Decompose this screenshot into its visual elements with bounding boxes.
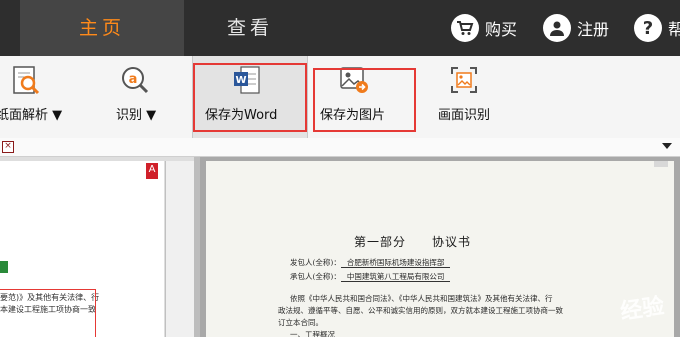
doc-section-heading: 一、工程概况: [290, 330, 335, 337]
close-panel-icon[interactable]: ×: [2, 141, 14, 153]
document-title: 第一部分 协议书: [354, 235, 472, 249]
screen-capture-icon: [451, 67, 477, 93]
left-page: A 要范)》及其他有关法律、行 本建设工程施工项协商一致: [0, 161, 164, 337]
doc-line-employer: 发包人(全称)： 合肥新桥国际机场建设指挥部: [290, 257, 451, 268]
watermark-logo: 经验: [618, 294, 666, 325]
green-marker: [0, 261, 8, 273]
right-page-pane[interactable]: 第一部分 协议书 发包人(全称)： 合肥新桥国际机场建设指挥部 承包人(全称)：中…: [200, 157, 680, 337]
register-button[interactable]: 注册: [543, 10, 609, 46]
help-icon: ?: [634, 14, 662, 42]
ribbon-screen-recognize[interactable]: 画面识别: [428, 56, 502, 138]
ribbon-recognize-label: 识别 ▼: [116, 108, 157, 123]
panel-header-row: ×: [0, 138, 680, 157]
magnify-doc-icon: [13, 66, 40, 95]
dropdown-arrow-icon[interactable]: [662, 143, 672, 149]
register-label: 注册: [577, 20, 610, 39]
ribbon-recognize[interactable]: a 识别 ▼: [104, 56, 174, 138]
tab-view[interactable]: 查看: [202, 0, 298, 56]
doc-paragraph-line-1: 依照《中华人民共和国合同法》、《中华人民共和国建筑法》及其他有关法律、行: [290, 294, 553, 303]
svg-text:a: a: [129, 72, 138, 87]
help-button[interactable]: ? 帮: [634, 10, 680, 46]
left-page-strip: [165, 161, 194, 337]
scroll-handle[interactable]: [654, 161, 668, 167]
left-page-pane[interactable]: A 要范)》及其他有关法律、行 本建设工程施工项协商一致: [0, 157, 194, 337]
buy-label: 购买: [485, 20, 518, 39]
ribbon-paper-parse[interactable]: 纸面解析 ▼: [0, 56, 84, 138]
selection-border-right: [95, 289, 96, 337]
buy-button[interactable]: 购买: [451, 10, 517, 46]
ribbon-toolbar: 纸面解析 ▼ a 识别 ▼ W 保存为Word 保存为图片 画面识别: [0, 56, 680, 139]
highlight-box-image: [313, 68, 416, 132]
tab-home[interactable]: 主页: [20, 0, 184, 56]
doc-line-contractor: 承包人(全称)： 中国建筑第八工程局有限公司: [290, 271, 451, 282]
ribbon-paper-parse-label: 纸面解析 ▼: [0, 108, 63, 123]
selection-border-top: [0, 289, 96, 290]
left-text-line-2: 本建设工程施工项协商一致: [0, 305, 96, 314]
highlight-box-word: [193, 63, 307, 132]
document-page: 第一部分 协议书 发包人(全称)： 合肥新桥国际机场建设指挥部 承包人(全称)：中…: [206, 161, 674, 337]
marker-a-icon[interactable]: A: [146, 163, 158, 179]
document-workspace: A 要范)》及其他有关法律、行 本建设工程施工项协商一致 第一部分 协议书 发包…: [0, 157, 680, 337]
help-label: 帮: [668, 20, 680, 39]
ribbon-screen-recognize-label: 画面识别: [438, 108, 491, 123]
doc-paragraph-line-2: 政法规、遵循平等、自愿、公平和诚实信用的原则，双方就本建设工程施工项协商一致: [278, 306, 563, 315]
top-menu-bar: 主页 查看 购买 注册 ? 帮: [0, 0, 680, 56]
ocr-a-icon: a: [122, 67, 149, 94]
user-icon: [543, 14, 571, 42]
left-text-line-1: 要范)》及其他有关法律、行: [0, 293, 100, 302]
doc-paragraph-line-3: 订立本合同。: [278, 318, 323, 327]
cart-icon: [451, 14, 479, 42]
